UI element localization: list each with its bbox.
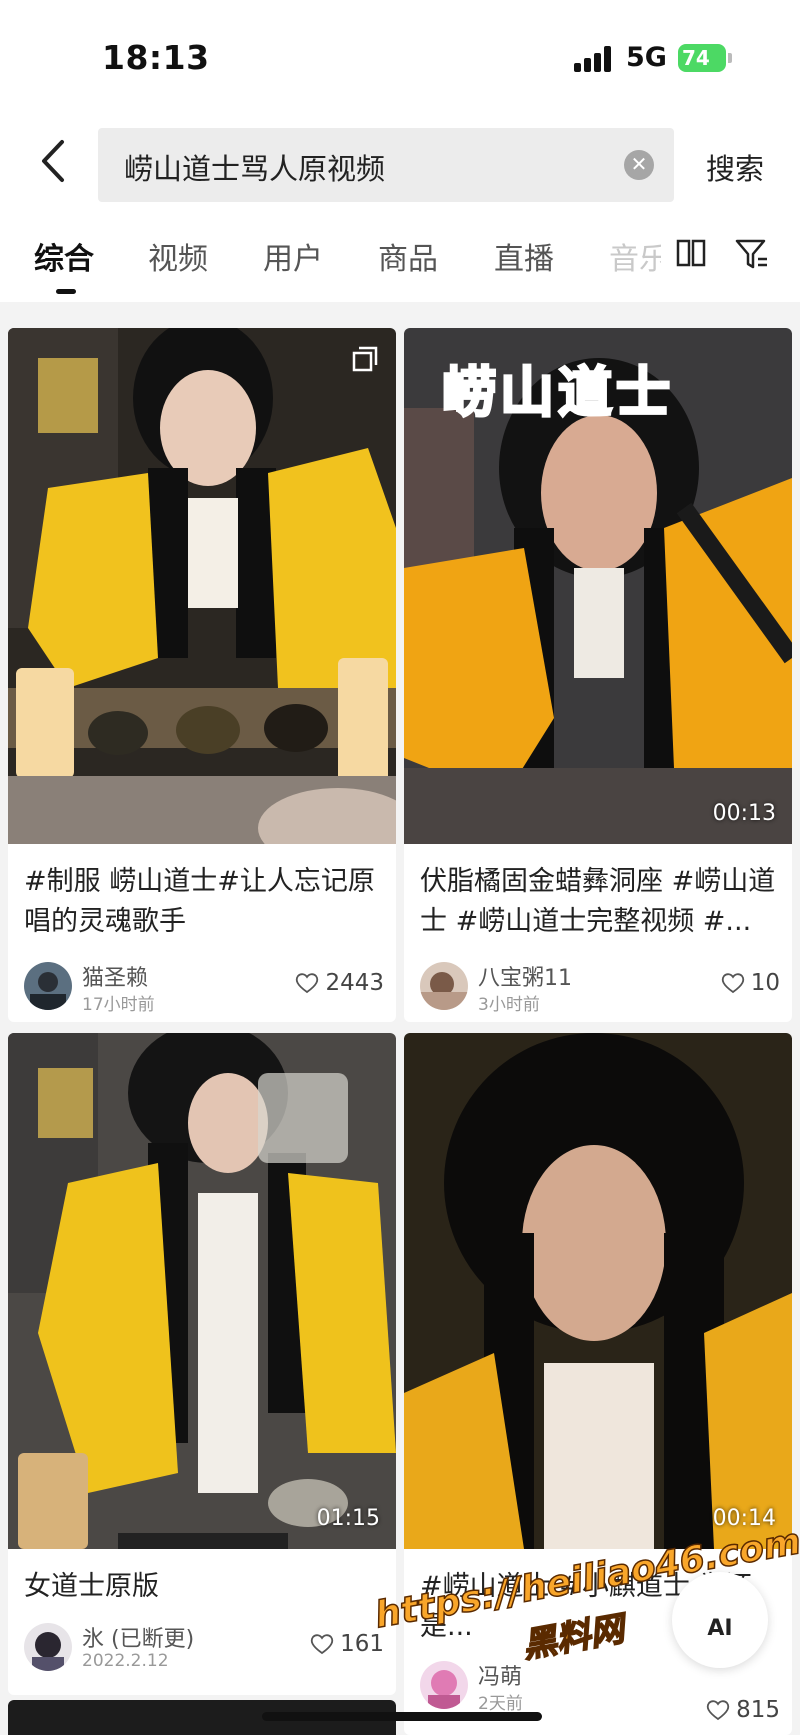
video-thumbnail[interactable]	[8, 328, 396, 844]
post-time: 2天前	[478, 1694, 523, 1714]
video-title: 伏脂橘固金蜡彝洞座 #崂山道士 #崂山道士完整视频 #...	[420, 866, 776, 937]
tab-products[interactable]: 商品	[378, 234, 438, 278]
video-thumbnail[interactable]: 00:14	[404, 1033, 792, 1549]
post-time: 3小时前	[478, 995, 540, 1015]
network-label: 5G	[626, 42, 667, 73]
back-button[interactable]	[34, 138, 74, 184]
author-row: 八宝粥11 3小时前 10	[420, 960, 780, 1015]
like-count: 10	[750, 970, 780, 996]
post-time: 17小时前	[82, 995, 155, 1015]
battery-level: 74	[682, 46, 710, 70]
layout-toggle-icon[interactable]	[674, 236, 710, 272]
watermark-name: 黑料网	[519, 1608, 628, 1667]
home-indicator[interactable]	[262, 1712, 542, 1721]
search-query: 崂山道士骂人原视频	[124, 152, 386, 186]
post-time: 2022.2.12	[82, 1651, 169, 1671]
video-duration: 01:15	[316, 1506, 380, 1531]
author-row: 猫圣赖 17小时前 2443	[24, 960, 384, 1015]
search-input[interactable]: 崂山道士骂人原视频 ✕	[98, 128, 674, 202]
video-title: 女道士原版	[24, 1571, 159, 1602]
multi-image-icon	[352, 346, 378, 372]
tab-video[interactable]: 视频	[148, 234, 208, 278]
video-thumbnail[interactable]: 崂山道士 00:13	[404, 328, 792, 844]
tab-music[interactable]: 音乐	[609, 234, 661, 278]
like-button[interactable]: 10	[721, 970, 780, 996]
heart-icon	[721, 973, 744, 994]
tab-users[interactable]: 用户	[263, 234, 323, 278]
author-row: 氷 (已断更) 2022.2.12 161	[24, 1621, 384, 1673]
result-card[interactable]: 01:15 女道士原版 氷 (已断更) 2022.2.12 161	[8, 1033, 396, 1695]
status-bar: 18:13 5G 74	[0, 0, 800, 110]
clear-icon[interactable]: ✕	[624, 150, 654, 180]
author-name[interactable]: 氷 (已断更)	[82, 1621, 194, 1653]
video-title: #制服 崂山道士#让人忘记原唱的灵魂歌手	[24, 866, 375, 937]
video-thumbnail[interactable]: 01:15	[8, 1033, 396, 1549]
tab-live[interactable]: 直播	[494, 234, 554, 278]
filter-icon[interactable]	[734, 236, 770, 272]
video-overlay-text: 崂山道士	[441, 360, 674, 426]
battery-icon: 74	[678, 44, 726, 72]
tab-active-indicator	[56, 289, 76, 294]
result-card[interactable]: #制服 崂山道士#让人忘记原唱的灵魂歌手 猫圣赖 17小时前 2443	[8, 328, 396, 1022]
heart-icon	[706, 1700, 730, 1721]
avatar[interactable]	[24, 962, 72, 1010]
avatar[interactable]	[420, 962, 468, 1010]
like-count: 2443	[325, 970, 384, 996]
like-count: 815	[736, 1697, 780, 1723]
signal-icon	[574, 46, 614, 72]
chevron-left-icon	[42, 140, 64, 182]
author-name[interactable]: 猫圣赖	[82, 960, 148, 992]
battery-tip	[728, 53, 732, 63]
status-time: 18:13	[102, 38, 210, 77]
tab-all[interactable]: 综合	[34, 234, 94, 278]
avatar[interactable]	[24, 1623, 72, 1671]
video-duration: 00:13	[712, 801, 776, 826]
result-card[interactable]: 崂山道士 00:13 伏脂橘固金蜡彝洞座 #崂山道士 #崂山道士完整视频 #..…	[404, 328, 792, 1022]
heart-icon	[310, 1634, 334, 1655]
filter-tabs: 综合 视频 用户 商品 直播 音乐	[0, 210, 800, 302]
like-count: 161	[340, 1631, 384, 1657]
like-button[interactable]: 815	[706, 1697, 780, 1723]
search-header: 崂山道士骂人原视频 ✕ 搜索	[0, 110, 800, 210]
like-button[interactable]: 161	[310, 1631, 384, 1657]
search-button[interactable]: 搜索	[706, 146, 764, 188]
like-button[interactable]: 2443	[295, 970, 384, 996]
author-name[interactable]: 八宝粥11	[478, 960, 572, 992]
heart-icon	[296, 973, 319, 994]
